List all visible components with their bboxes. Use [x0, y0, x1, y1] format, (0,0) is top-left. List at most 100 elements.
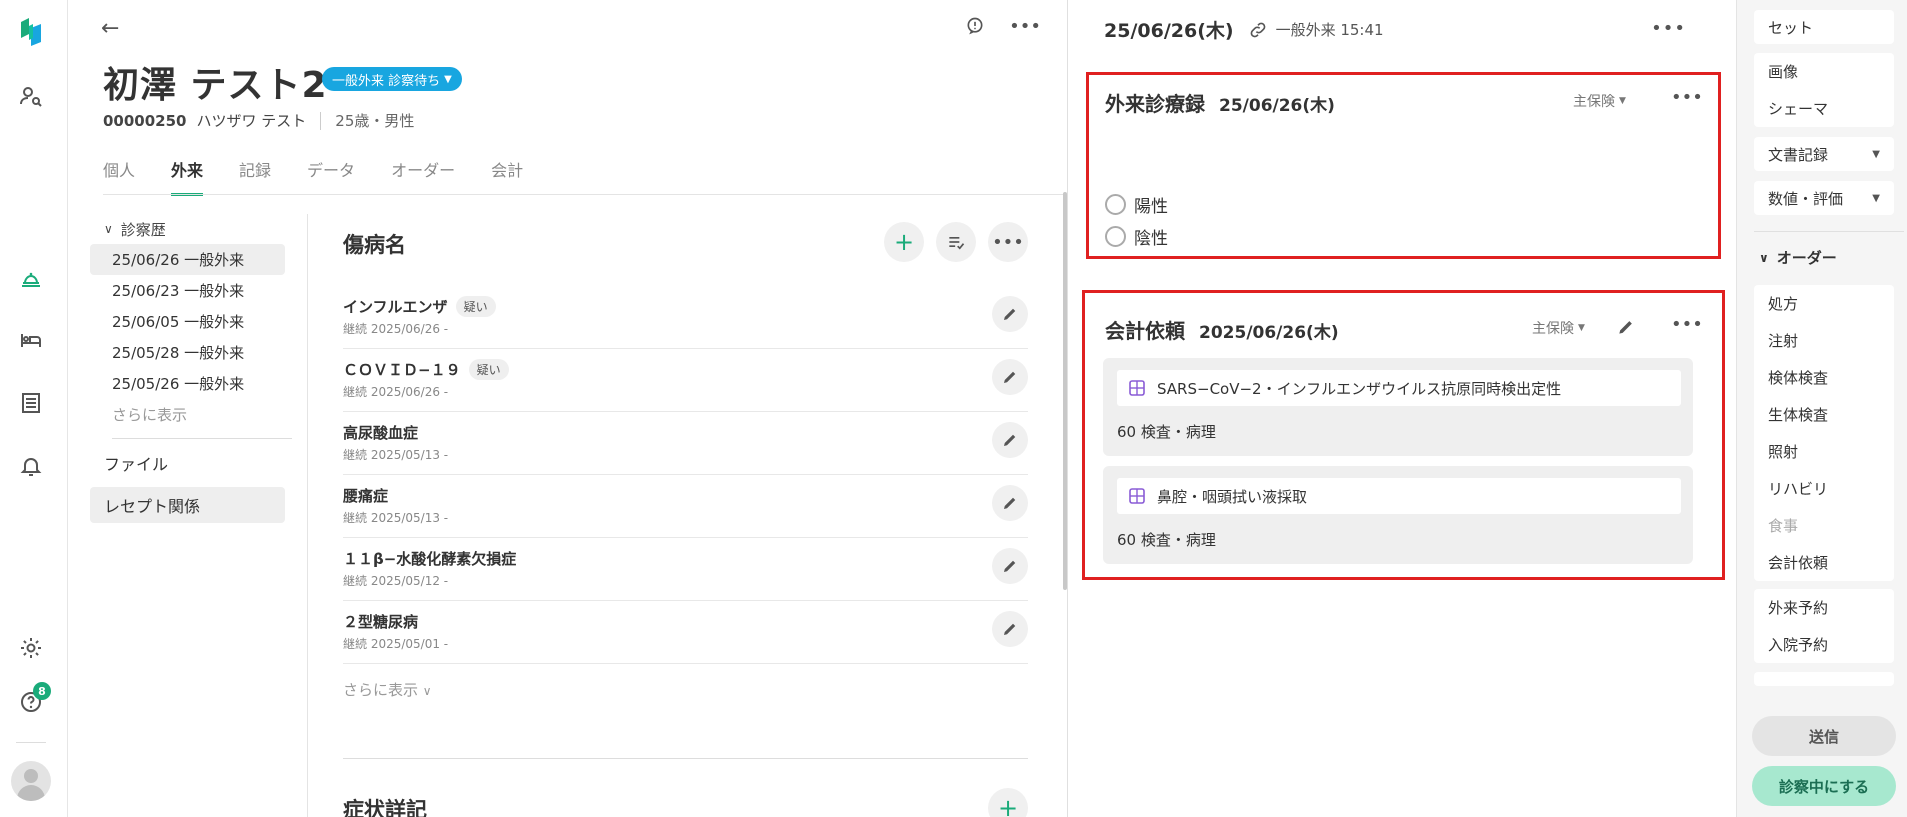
record-more-icon[interactable]: ••• [1651, 18, 1686, 39]
back-arrow-icon[interactable]: ← [101, 16, 119, 41]
history-item[interactable]: 25/06/05 一般外来 [90, 306, 285, 337]
order-specimen-test[interactable]: 検体検査 [1754, 359, 1894, 396]
order-radiation[interactable]: 照射 [1754, 433, 1894, 470]
visit-history-nav: ∨ 診察歴 25/06/26 一般外来 25/06/23 一般外来 25/06/… [90, 214, 292, 523]
tab-records[interactable]: 記録 [239, 157, 271, 196]
alert-icon[interactable] [965, 16, 985, 41]
edit-disease-button[interactable] [992, 611, 1028, 647]
order-section-toggle[interactable]: ∨ オーダー [1759, 247, 1837, 268]
start-consultation-button[interactable]: 診察中にする [1752, 766, 1896, 806]
disease-more-button[interactable]: ••• [988, 222, 1028, 262]
history-item[interactable]: 25/05/28 一般外来 [90, 337, 285, 368]
inpatient-reservation[interactable]: 入院予約 [1754, 626, 1894, 663]
edit-disease-button[interactable] [992, 422, 1028, 458]
history-item[interactable]: 25/06/23 一般外来 [90, 275, 285, 306]
insurance-select[interactable]: 主保険 ▼ [1573, 91, 1626, 111]
disease-show-more-label: さらに表示 [343, 681, 419, 699]
disease-name: 腰痛症 [343, 487, 389, 505]
order-meal: 食事 [1768, 517, 1799, 535]
outpatient-icon[interactable] [17, 264, 45, 292]
edit-disease-button[interactable] [992, 296, 1028, 332]
order-physiological-test[interactable]: 生体検査 [1754, 396, 1894, 433]
edit-disease-button[interactable] [992, 485, 1028, 521]
help-icon[interactable]: 8 [17, 682, 51, 716]
disease-show-more[interactable]: さらに表示 ∨ [343, 679, 432, 700]
disease-row: ＣＯＶＩＤ−１９ 疑い 継続 2025/06/26 - [343, 349, 1028, 412]
insurance-select[interactable]: 主保険 ▼ [1532, 318, 1585, 338]
app-logo-icon[interactable] [17, 18, 45, 46]
disease-period: 継続 2025/05/13 - [343, 511, 449, 525]
files-link[interactable]: ファイル [90, 445, 285, 481]
radio-circle[interactable] [1105, 194, 1126, 215]
add-symptom-button[interactable]: + [988, 788, 1028, 817]
patient-age-sex: 25歳・男性 [335, 112, 415, 130]
tab-billing[interactable]: 会計 [491, 157, 523, 196]
disease-period: 継続 2025/05/13 - [343, 448, 449, 462]
patient-kana: ハツザワ テスト [196, 112, 307, 130]
order-prescription[interactable]: 処方 [1754, 285, 1894, 322]
document-record-label: 文書記録 [1768, 145, 1829, 164]
order-billing-request[interactable]: 会計依頼 [1754, 544, 1894, 581]
list-document-icon[interactable] [17, 389, 45, 417]
insurance-label: 主保険 [1573, 94, 1615, 110]
numeric-eval-label: 数値・評価 [1768, 189, 1844, 208]
disease-name: ２型糖尿病 [343, 613, 419, 631]
history-item[interactable]: 25/06/26 一般外来 [90, 244, 285, 275]
add-disease-button[interactable]: + [884, 222, 924, 262]
set-button[interactable]: セット [1754, 10, 1894, 44]
visit-history-toggle[interactable]: ∨ 診察歴 [90, 214, 285, 244]
more-options-icon[interactable]: ••• [1009, 16, 1041, 41]
history-show-more[interactable]: さらに表示 [90, 399, 285, 430]
tab-data[interactable]: データ [307, 157, 355, 196]
gear-icon[interactable] [17, 634, 45, 662]
edit-disease-button[interactable] [992, 548, 1028, 584]
visit-history-title: 診察歴 [120, 220, 166, 239]
patient-id: 00000250 [103, 111, 187, 130]
image-button[interactable]: 画像 [1754, 53, 1894, 90]
symptoms-title: 症状詳記 [343, 798, 427, 817]
card-date: 25/06/26(木) [1219, 96, 1335, 116]
receipt-link[interactable]: レセプト関係 [90, 487, 285, 523]
disease-name: インフルエンザ [343, 298, 448, 316]
history-item[interactable]: 25/05/26 一般外来 [90, 368, 285, 399]
pencil-icon[interactable] [1616, 317, 1636, 337]
outpatient-reservation[interactable]: 外来予約 [1754, 589, 1894, 626]
radio-positive[interactable]: 陽性 [1105, 192, 1168, 217]
tab-orders[interactable]: オーダー [391, 157, 455, 196]
order-category: 60 検査・病理 [1117, 531, 1216, 549]
suspect-tag: 疑い [468, 359, 509, 380]
send-button[interactable]: 送信 [1752, 716, 1896, 756]
order-rehab[interactable]: リハビリ [1754, 470, 1894, 507]
card-title: 会計依頼 [1105, 319, 1185, 343]
media-group: 画像 シェーマ [1754, 53, 1894, 127]
billing-request-card: 会計依頼 2025/06/26(木) 主保険 ▼ ••• SARS−CoV−2・… [1082, 290, 1725, 580]
order-injection[interactable]: 注射 [1754, 322, 1894, 359]
order-item[interactable]: SARS−CoV−2・インフルエンザウイルス抗原同時検出定性 60 検査・病理 [1103, 358, 1693, 456]
radio-negative[interactable]: 陰性 [1105, 224, 1168, 249]
edit-disease-button[interactable] [992, 359, 1028, 395]
status-badge[interactable]: 一般外来 診察待ち ▼ [322, 67, 462, 91]
disease-row: 腰痛症 継続 2025/05/13 - [343, 475, 1028, 538]
order-section-title: オーダー [1776, 249, 1837, 267]
chevron-down-icon: ∨ [104, 222, 113, 236]
document-record-button[interactable]: 文書記録 ▼ [1754, 137, 1894, 171]
radio-circle[interactable] [1105, 226, 1126, 247]
tab-outpatient[interactable]: 外来 [171, 157, 204, 196]
numeric-eval-button[interactable]: 数値・評価 ▼ [1754, 181, 1894, 215]
visit-label: 一般外来 15:41 [1275, 21, 1384, 39]
card-more-icon[interactable]: ••• [1671, 314, 1703, 335]
disease-period: 継続 2025/05/12 - [343, 574, 449, 588]
reservation-group: 外来予約 入院予約 [1754, 589, 1894, 663]
order-item[interactable]: 鼻腔・咽頭拭い液採取 60 検査・病理 [1103, 466, 1693, 564]
caret-down-icon: ▼ [1578, 323, 1585, 333]
tab-personal[interactable]: 個人 [103, 157, 135, 196]
patient-search-icon[interactable] [17, 82, 45, 110]
card-more-icon[interactable]: ••• [1671, 87, 1703, 108]
status-label: 一般外来 診察待ち [332, 73, 441, 89]
schema-button[interactable]: シェーマ [1754, 90, 1894, 127]
avatar[interactable] [11, 761, 51, 801]
sort-list-button[interactable] [936, 222, 976, 262]
bell-icon[interactable] [17, 452, 45, 480]
order-name: SARS−CoV−2・インフルエンザウイルス抗原同時検出定性 [1157, 379, 1562, 398]
inpatient-bed-icon[interactable] [17, 326, 45, 354]
